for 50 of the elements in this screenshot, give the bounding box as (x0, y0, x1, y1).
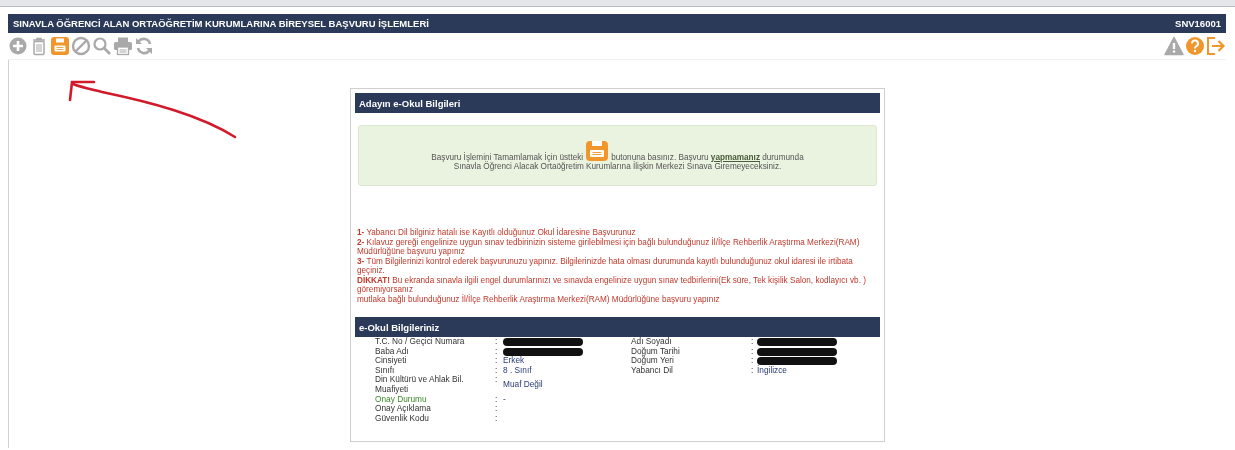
printer-icon[interactable] (113, 36, 133, 56)
save-icon[interactable] (50, 36, 70, 56)
notice-text: Sınavla Öğrenci Alacak Ortaöğretim Kurumlarına İlişkin Merkezi Sınava Giremeyeceksiniz. (453, 162, 782, 171)
field-separator: : (495, 365, 499, 376)
help-icon[interactable] (1185, 36, 1205, 56)
field-label: Güvenlik Kodu (375, 413, 429, 424)
cancel-icon[interactable] (71, 36, 91, 56)
field-value: 8 . Sınıf (503, 365, 533, 376)
field-value: Muaf Değil (503, 380, 544, 390)
field-label: Doğum Yeri (631, 356, 675, 366)
field-label: Sınıfı (375, 365, 395, 375)
add-icon[interactable] (8, 36, 28, 56)
page-code: SNV16001 (1175, 18, 1221, 29)
notice-text: butonuna basınız. Başvuru yapmamanız durumunda (611, 153, 804, 162)
field-separator: : (495, 413, 499, 424)
section-header: e-Okul Bilgileriniz (355, 317, 880, 337)
refresh-icon[interactable] (134, 36, 154, 56)
section-header: Adayın e-Okul Bilgileri (355, 93, 880, 113)
field-separator: : (495, 394, 499, 405)
field-value: - (503, 394, 507, 405)
field-separator: : (751, 365, 755, 376)
field-label: Onay Durumu (375, 394, 428, 404)
field-separator: : (495, 356, 499, 366)
field-label: T.C. No / Geçici Numara (375, 337, 466, 347)
field-label: Adı Soyadı (631, 337, 673, 347)
field-value: İngilizce (757, 365, 788, 376)
field-label: Baba Adı (375, 346, 410, 356)
field-separator: : (751, 337, 755, 347)
exit-icon[interactable] (1206, 36, 1226, 56)
field-separator: : (751, 356, 755, 366)
field-label: Yabancı Dil (631, 365, 674, 376)
save-icon (585, 140, 610, 162)
page-title: SINAVLA ÖĞRENCİ ALAN ORTAÖĞRETİM KURUMLARINA BİREYSEL BAŞVURU İŞLEMLERİ (13, 18, 429, 29)
warning-text: 2- Kılavuz gereği engelinize uygun sınav tedbirinizin sisteme girilebilmesi için bağlı bulunduğunuz İl/İlçe Rehberlik Araştırma Merkezi(RAM) Müdürlüğüne başvuru yapınız (357, 237, 861, 257)
field-separator: : (495, 337, 499, 347)
field-label: Doğum Tarihi (631, 346, 681, 357)
field-separator: : (495, 375, 499, 387)
field-value: Erkek (503, 356, 526, 366)
field-separator: : (495, 404, 499, 414)
field-separator: : (751, 346, 755, 357)
warning-text: mutlaka bağlı bulunduğunuz İl/İlçe Rehberlik Araştırma Merkezi(RAM) Müdürlüğüne başvuru yapınız (357, 294, 721, 304)
warning-text: 1- Yabancı Dil bilginiz hatalı ise Kayıtlı olduğunuz Okul İdaresine Başvurunuz (357, 228, 637, 238)
field-label: Onay Açıklama (375, 404, 432, 414)
warning-text: 3- Tüm Bilgilerinizi kontrol ederek başvurunuzu yapınız. Bilgilerinizde hata olması durumunda kayıtlı bulunduğunuz okul idaresi ile irtibata geçiniz. (357, 256, 854, 276)
warning-icon[interactable] (1164, 36, 1184, 56)
field-label: Cinsiyeti (375, 356, 408, 366)
field-separator: : (495, 346, 499, 357)
search-icon[interactable] (92, 36, 112, 56)
notice-text: Başvuru İşlemini Tamamlamak İçin üstteki (431, 153, 584, 162)
field-label: Din Kültürü ve Ahlak Bil. Muafiyeti (375, 375, 465, 395)
